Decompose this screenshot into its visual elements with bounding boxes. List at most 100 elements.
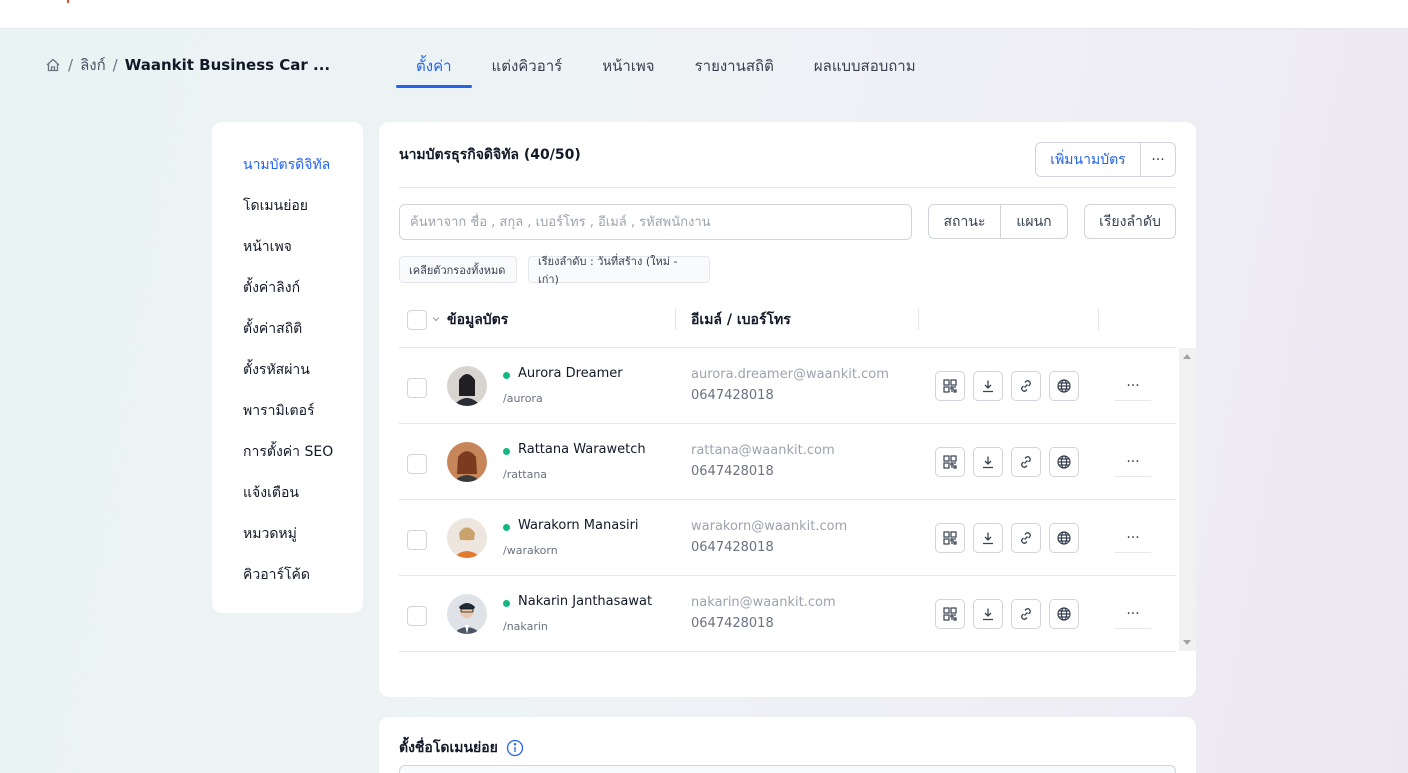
settings-sidebar: นามบัตรดิจิทัล โดเมนย่อย หน้าเพจ ตั้งค่า… <box>212 122 363 613</box>
logo-mark <box>67 0 69 3</box>
column-separator <box>675 308 676 330</box>
row-more-button[interactable]: ··· <box>1115 523 1151 553</box>
card-phone: 0647428018 <box>691 388 774 403</box>
status-online-dot <box>503 524 510 531</box>
add-card-button[interactable]: เพิ่มนามบัตร <box>1035 142 1141 177</box>
home-icon[interactable] <box>45 57 61 73</box>
avatar <box>447 442 487 482</box>
row-more-button[interactable]: ··· <box>1115 447 1151 477</box>
card-slug: /aurora <box>503 392 543 405</box>
tab-settings[interactable]: ตั้งค่า <box>396 44 472 88</box>
card-name[interactable]: Rattana Warawetch <box>518 442 646 457</box>
link-icon[interactable] <box>1011 599 1041 629</box>
subdomain-input[interactable] <box>399 765 1176 773</box>
card-email: nakarin@waankit.com <box>691 595 836 610</box>
card-name[interactable]: Warakorn Manasiri <box>518 518 639 533</box>
sidebar-item-notifications[interactable]: แจ้งเตือน <box>212 472 363 513</box>
subdomain-panel: ตั้งชื่อโดเมนย่อย <box>379 717 1196 773</box>
sidebar-item-categories[interactable]: หมวดหมู่ <box>212 513 363 554</box>
status-filter-button[interactable]: สถานะ <box>928 204 1001 239</box>
select-all-checkbox[interactable] <box>407 310 427 330</box>
avatar <box>447 518 487 558</box>
card-name[interactable]: Nakarin Janthasawat <box>518 594 652 609</box>
card-email: rattana@waankit.com <box>691 443 835 458</box>
breadcrumb-link[interactable]: ลิงก์ <box>80 53 106 77</box>
scroll-up-icon[interactable] <box>1183 354 1191 359</box>
sidebar-item-stats-settings[interactable]: ตั้งค่าสถิติ <box>212 308 363 349</box>
globe-icon[interactable] <box>1049 599 1079 629</box>
globe-icon[interactable] <box>1049 523 1079 553</box>
status-online-dot <box>503 600 510 607</box>
globe-icon[interactable] <box>1049 447 1079 477</box>
sort-chip[interactable]: เรียงลำดับ : วันที่สร้าง (ใหม่ - เก่า) <box>528 255 710 286</box>
tab-page[interactable]: หน้าเพจ <box>582 44 674 88</box>
sidebar-item-seo[interactable]: การตั้งค่า SEO <box>212 431 363 472</box>
globe-icon[interactable] <box>1049 371 1079 401</box>
avatar <box>447 366 487 406</box>
sidebar-item-page[interactable]: หน้าเพจ <box>212 226 363 267</box>
top-bar <box>0 0 1408 29</box>
clear-filters-chip[interactable]: เคลียตัวกรองทั้งหมด <box>399 256 517 283</box>
row-checkbox[interactable] <box>407 606 427 626</box>
row-more-button[interactable]: ··· <box>1115 599 1151 629</box>
download-icon[interactable] <box>973 523 1003 553</box>
status-online-dot <box>503 372 510 379</box>
qr-code-icon[interactable] <box>935 599 965 629</box>
column-separator <box>1098 308 1099 330</box>
link-icon[interactable] <box>1011 523 1041 553</box>
download-icon[interactable] <box>973 447 1003 477</box>
table-row: Nakarin Janthasawat /nakarin nakarin@waa… <box>399 576 1176 652</box>
tab-statistics[interactable]: รายงานสถิติ <box>675 44 794 88</box>
row-checkbox[interactable] <box>407 530 427 550</box>
search-input[interactable] <box>399 204 912 240</box>
tab-bar: ตั้งค่า แต่งคิวอาร์ หน้าเพจ รายงานสถิติ … <box>396 44 936 89</box>
row-more-button[interactable]: ··· <box>1115 371 1151 401</box>
table-scrollbar[interactable] <box>1179 348 1196 651</box>
table-row: Rattana Warawetch /rattana rattana@waank… <box>399 424 1176 500</box>
sidebar-item-password[interactable]: ตั้งรหัสผ่าน <box>212 349 363 390</box>
qr-code-icon[interactable] <box>935 447 965 477</box>
sidebar-item-subdomain[interactable]: โดเมนย่อย <box>212 185 363 226</box>
sidebar-item-digital-card[interactable]: นามบัตรดิจิทัล <box>212 144 363 185</box>
breadcrumb: / ลิงก์ / Waankit Business Car ... <box>45 54 330 76</box>
more-options-button[interactable]: ··· <box>1140 142 1176 177</box>
table-row: Warakorn Manasiri /warakorn warakorn@waa… <box>399 500 1176 576</box>
column-header-info: ข้อมูลบัตร <box>447 312 509 328</box>
subdomain-title: ตั้งชื่อโดเมนย่อย <box>399 737 524 759</box>
breadcrumb-current: Waankit Business Car ... <box>124 56 331 74</box>
scroll-down-icon[interactable] <box>1183 640 1191 645</box>
tab-survey-results[interactable]: ผลแบบสอบถาม <box>794 44 936 88</box>
sidebar-item-qr-code[interactable]: คิวอาร์โค้ด <box>212 554 363 595</box>
download-icon[interactable] <box>973 371 1003 401</box>
department-filter-button[interactable]: แผนก <box>1000 204 1068 239</box>
card-slug: /warakorn <box>503 544 558 557</box>
divider <box>399 187 1176 188</box>
column-separator <box>918 308 919 330</box>
row-checkbox[interactable] <box>407 454 427 474</box>
table-row: Aurora Dreamer /aurora aurora.dreamer@wa… <box>399 348 1176 424</box>
table-header: ข้อมูลบัตร อีเมล์ / เบอร์โทร <box>399 300 1176 348</box>
sort-button[interactable]: เรียงลำดับ <box>1084 204 1176 239</box>
digital-card-panel: นามบัตรธุรกิจดิจิทัล (40/50) เพิ่มนามบัต… <box>379 122 1196 697</box>
breadcrumb-separator: / <box>112 56 118 74</box>
cards-table: ข้อมูลบัตร อีเมล์ / เบอร์โทร Aurora Drea… <box>399 300 1196 652</box>
link-icon[interactable] <box>1011 371 1041 401</box>
qr-code-icon[interactable] <box>935 523 965 553</box>
card-phone: 0647428018 <box>691 616 774 631</box>
sidebar-item-parameters[interactable]: พารามิเตอร์ <box>212 390 363 431</box>
card-name[interactable]: Aurora Dreamer <box>518 366 623 381</box>
card-phone: 0647428018 <box>691 464 774 479</box>
info-icon[interactable] <box>506 739 524 757</box>
link-icon[interactable] <box>1011 447 1041 477</box>
subdomain-title-text: ตั้งชื่อโดเมนย่อย <box>399 740 498 756</box>
breadcrumb-separator: / <box>68 56 74 74</box>
sidebar-item-link-settings[interactable]: ตั้งค่าลิงก์ <box>212 267 363 308</box>
row-checkbox[interactable] <box>407 378 427 398</box>
tab-qr-design[interactable]: แต่งคิวอาร์ <box>472 44 583 88</box>
qr-code-icon[interactable] <box>935 371 965 401</box>
card-slug: /rattana <box>503 468 548 481</box>
card-email: aurora.dreamer@waankit.com <box>691 367 889 382</box>
panel-title: นามบัตรธุรกิจดิจิทัล (40/50) <box>399 147 581 163</box>
download-icon[interactable] <box>973 599 1003 629</box>
chevron-down-icon[interactable] <box>431 314 441 324</box>
